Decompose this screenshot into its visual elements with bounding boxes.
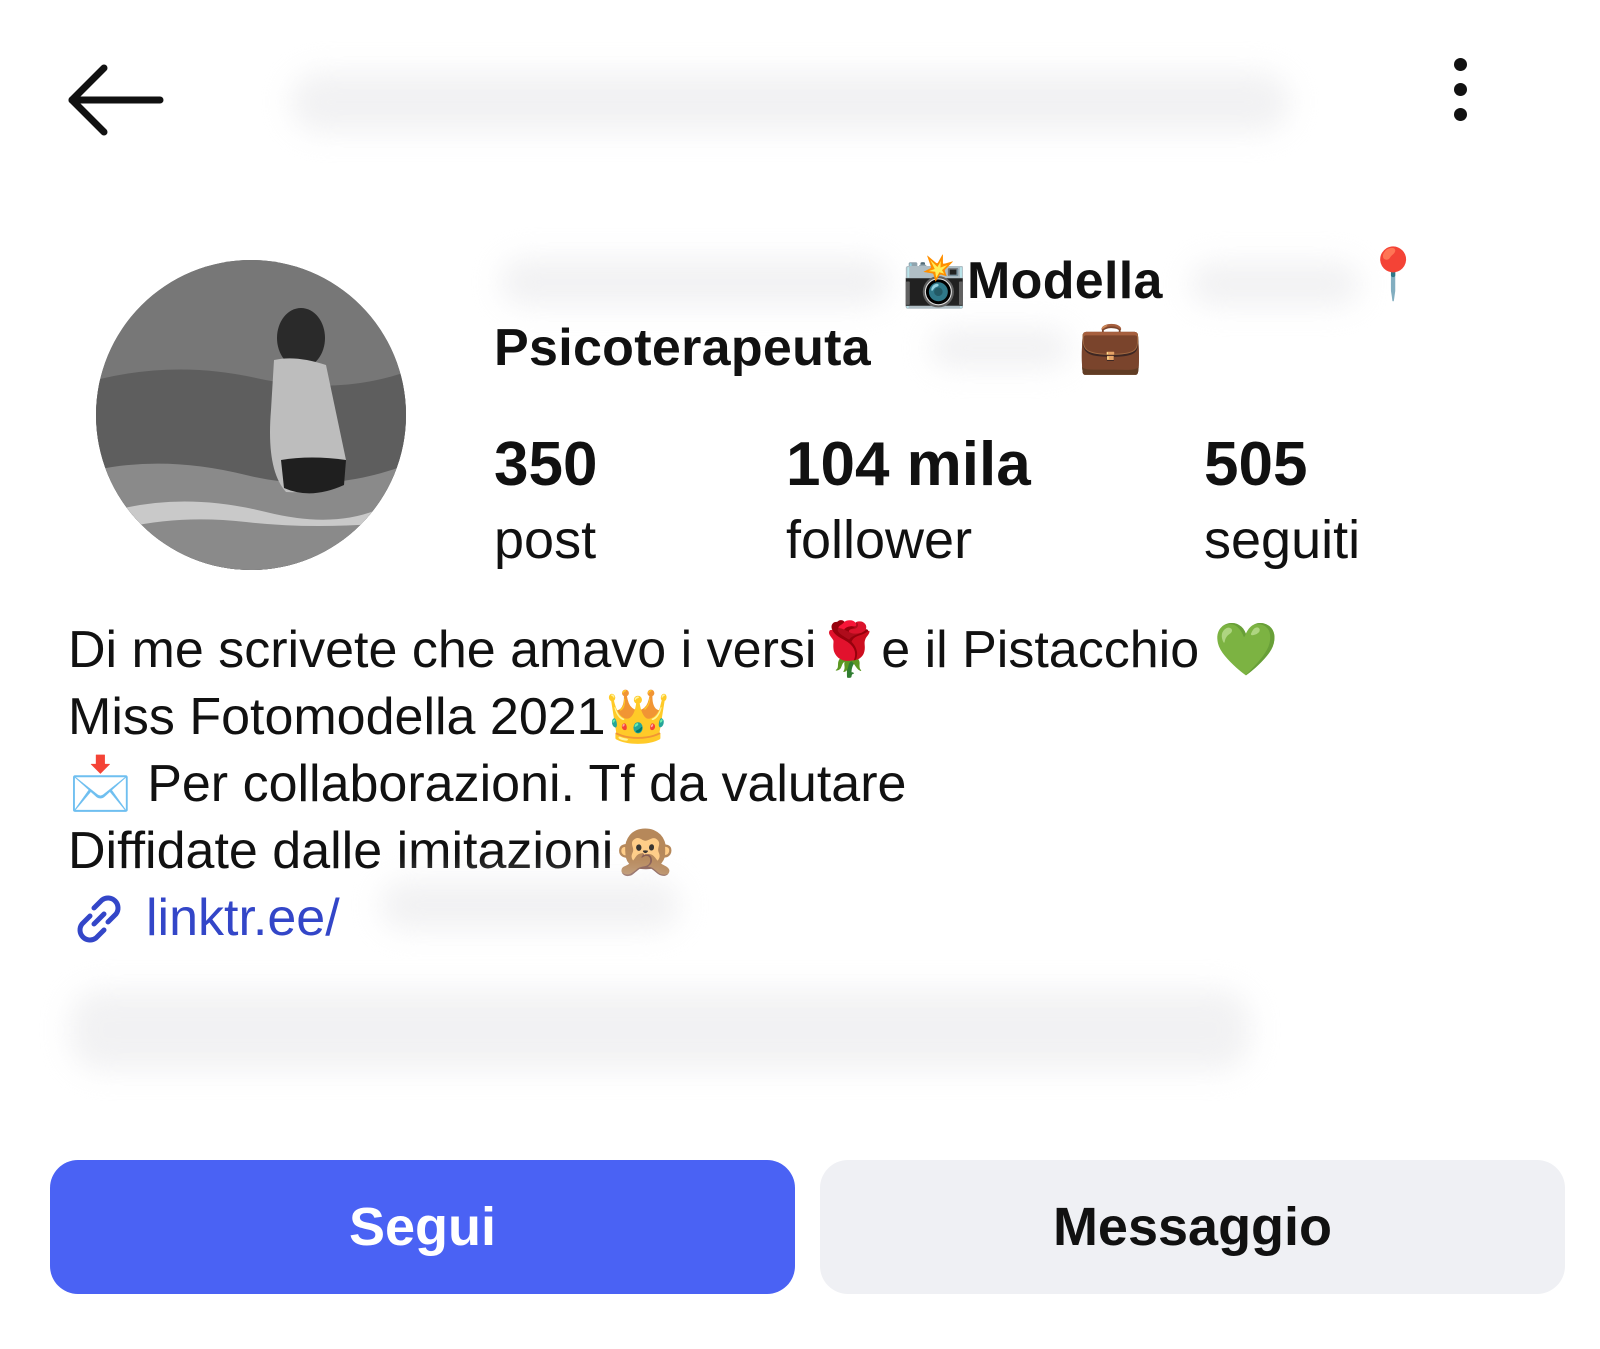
mutual-followers-redacted	[70, 990, 1250, 1070]
profile-title: 📸Modella	[902, 250, 1163, 311]
more-options-button[interactable]	[1448, 58, 1472, 134]
name-redacted	[500, 258, 890, 306]
stat-followers[interactable]: 104 mila follower	[786, 430, 1031, 580]
stat-following-value: 505	[1204, 430, 1308, 499]
pin-icon: 📍	[1362, 245, 1425, 303]
title-text: Modella	[967, 252, 1163, 310]
camera-flash-icon: 📸	[902, 251, 968, 311]
stat-following[interactable]: 505 seguiti	[1204, 430, 1360, 580]
bio-line-3: 📩 Per collaborazioni. Tf da valutare	[68, 751, 1548, 818]
bio-line-4-text: Diffidate dalle imitazioni	[68, 822, 614, 880]
stat-posts-label: post	[494, 510, 597, 570]
bio-line-3-text: Per collaborazioni. Tf da valutare	[147, 755, 907, 813]
profile-link-text[interactable]: linktr.ee/	[146, 885, 340, 952]
profile-page: 📸Modella 📍 Psicoterapeuta 💼 350 post 104…	[0, 0, 1600, 1349]
title-redacted	[1190, 262, 1360, 306]
stat-followers-value: 104 mila	[786, 430, 1031, 499]
stat-posts-value: 350	[494, 430, 598, 499]
avatar[interactable]	[96, 260, 406, 570]
arrow-left-icon	[68, 64, 164, 136]
bio-line-1-text-a: Di me scrivete che amavo i versi	[68, 621, 817, 679]
link-icon	[77, 895, 121, 942]
follow-button[interactable]: Segui	[50, 1160, 795, 1294]
stat-posts[interactable]: 350 post	[494, 430, 597, 580]
bio-line-1: Di me scrivete che amavo i versi🌹e il Pi…	[68, 617, 1548, 684]
profile-link[interactable]: linktr.ee/	[68, 885, 1548, 952]
bio: Di me scrivete che amavo i versi🌹e il Pi…	[68, 617, 1548, 952]
subtitle-redacted	[930, 328, 1070, 368]
crown-icon: 👑	[605, 687, 671, 747]
avatar-image	[96, 260, 406, 570]
envelope-arrow-icon: 📩	[68, 754, 133, 814]
bio-line-2-text: Miss Fotomodella 2021	[68, 688, 606, 746]
bio-line-2: Miss Fotomodella 2021👑	[68, 684, 1548, 751]
speak-no-evil-monkey-icon: 🙊	[613, 821, 679, 881]
bio-line-1-text-b: e il Pistacchio	[881, 621, 1200, 679]
more-vertical-icon	[1448, 58, 1472, 121]
stat-followers-label: follower	[786, 510, 973, 570]
link-redacted	[380, 880, 680, 930]
bio-line-4: Diffidate dalle imitazioni🙊	[68, 818, 1548, 885]
stat-following-label: seguiti	[1204, 510, 1361, 570]
message-button[interactable]: Messaggio	[820, 1160, 1565, 1294]
back-button[interactable]	[64, 62, 168, 138]
green-heart-icon: 💚	[1213, 620, 1279, 680]
profile-subtitle: Psicoterapeuta	[494, 319, 872, 377]
briefcase-icon: 💼	[1078, 317, 1144, 377]
username-redacted	[290, 72, 1290, 132]
rose-icon: 🌹	[816, 620, 882, 680]
